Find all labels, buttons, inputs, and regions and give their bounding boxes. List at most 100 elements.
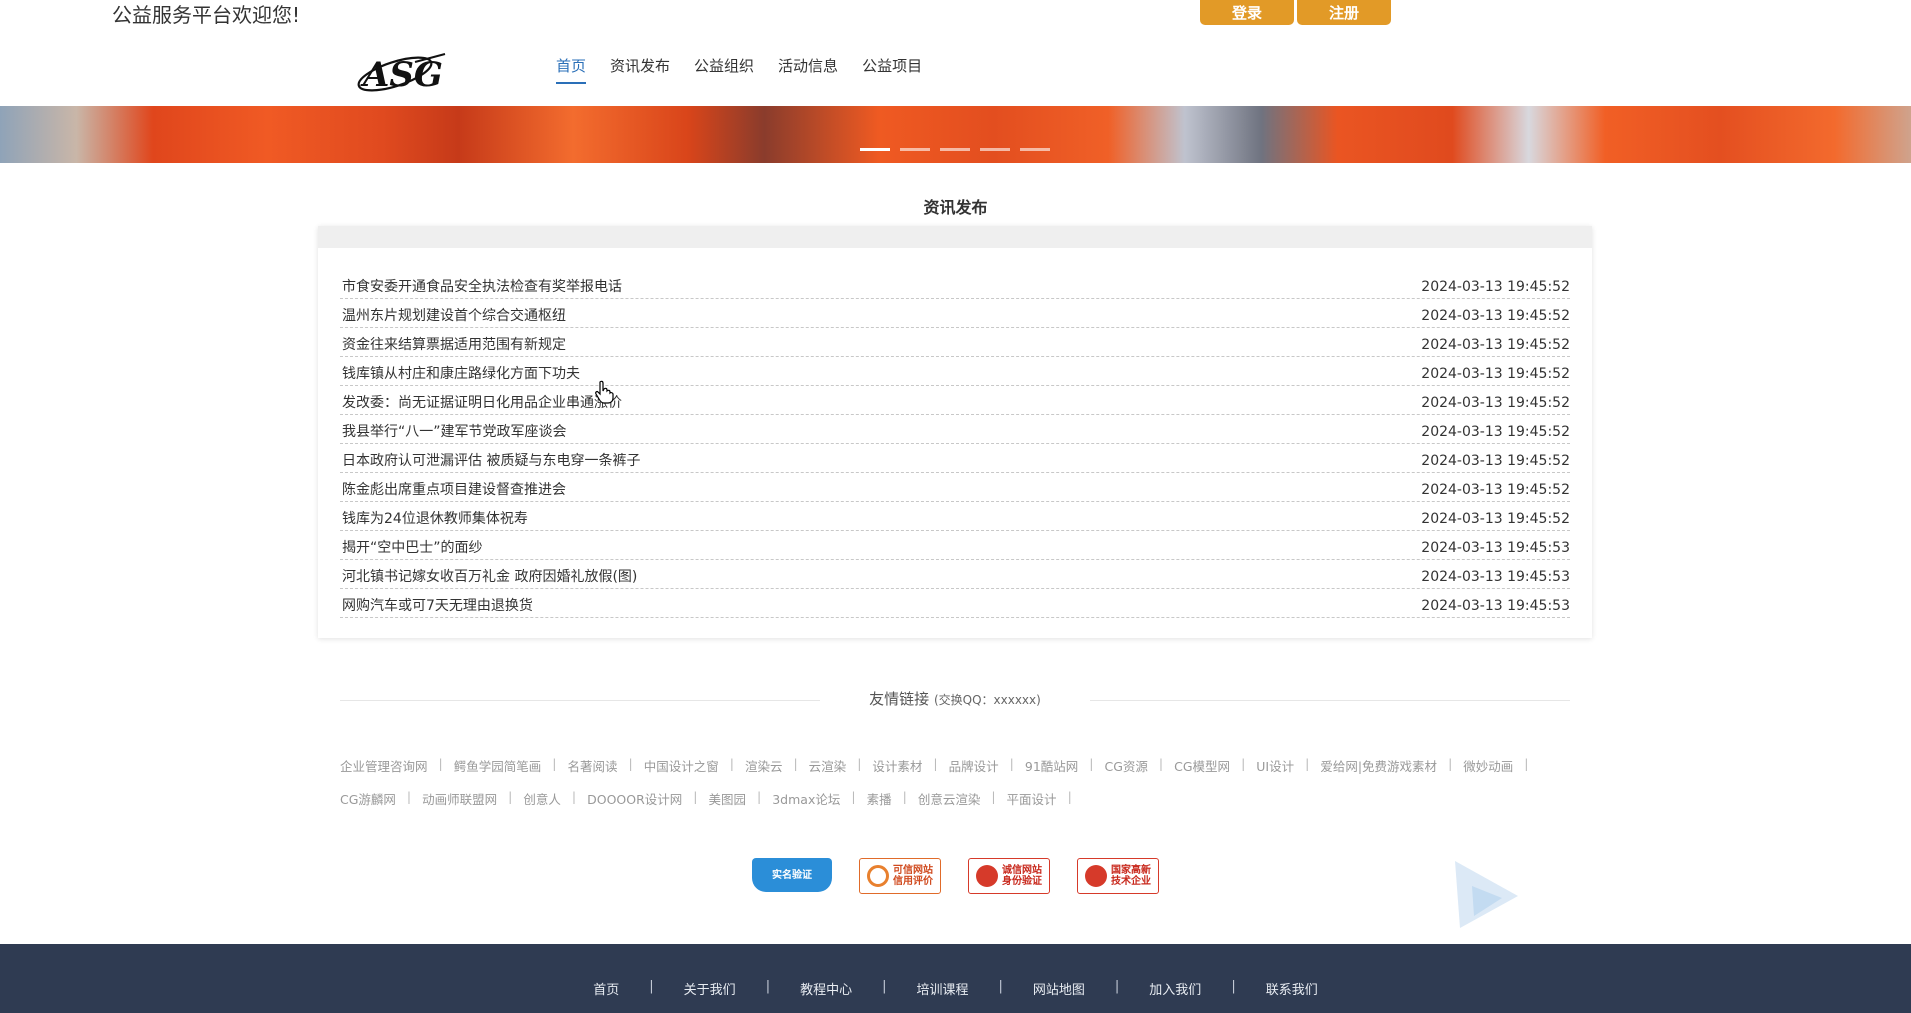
badge-label: 实名验证: [772, 869, 812, 881]
nav-item-4[interactable]: 活动信息: [778, 56, 838, 84]
friend-link[interactable]: 创意云渲染: [918, 789, 981, 808]
friend-link[interactable]: 企业管理咨询网: [340, 756, 428, 775]
news-item[interactable]: 陈金彪出席重点项目建设督查推进会 2024-03-13 19:45:52: [340, 473, 1570, 502]
friend-link[interactable]: 平面设计: [1007, 789, 1057, 808]
hero-banner[interactable]: [0, 106, 1911, 163]
news-item[interactable]: 我县举行“八一”建军节党政军座谈会 2024-03-13 19:45:52: [340, 415, 1570, 444]
news-date: 2024-03-13 19:45:52: [1421, 395, 1570, 411]
friend-link[interactable]: CG模型网: [1174, 756, 1230, 775]
register-button[interactable]: 注册: [1297, 0, 1391, 25]
news-panel: 市食安委开通食品安全执法检查有奖举报电话 2024-03-13 19:45:52 温…: [318, 226, 1592, 638]
friend-link[interactable]: 微妙动画: [1463, 756, 1513, 775]
nav-item-2[interactable]: 资讯发布: [610, 56, 670, 84]
footer-nav: 首页 | 关于我们 | 教程中心 | 培训课程 | 网站地图 | 加入我们 | 联系我们: [0, 979, 1911, 998]
footer-link[interactable]: 培训课程: [916, 979, 968, 998]
footer-link[interactable]: 联系我们: [1266, 979, 1318, 998]
friend-link[interactable]: UI设计: [1256, 756, 1294, 775]
nav-item-3[interactable]: 公益组织: [694, 56, 754, 84]
news-item[interactable]: 资金往来结算票据适用范围有新规定 2024-03-13 19:45:52: [340, 328, 1570, 357]
link-separator: |: [628, 756, 633, 771]
news-title[interactable]: 资金往来结算票据适用范围有新规定: [340, 334, 566, 356]
site-footer: 首页 | 关于我们 | 教程中心 | 培训课程 | 网站地图 | 加入我们 | 联系我们: [0, 944, 1911, 1013]
friend-link[interactable]: 动画师联盟网: [422, 789, 497, 808]
news-item[interactable]: 钱库为24位退休教师集体祝寿 2024-03-13 19:45:52: [340, 502, 1570, 531]
news-title[interactable]: 我县举行“八一”建军节党政军座谈会: [340, 421, 567, 443]
news-list: 市食安委开通食品安全执法检查有奖举报电话 2024-03-13 19:45:52 温…: [340, 270, 1570, 618]
nav-item-1[interactable]: 首页: [556, 56, 587, 84]
login-button[interactable]: 登录: [1200, 0, 1294, 25]
link-separator: |: [851, 789, 856, 804]
banner-dot[interactable]: [860, 148, 890, 151]
friend-link[interactable]: 素播: [867, 789, 892, 808]
friend-link[interactable]: 云渲染: [809, 756, 847, 775]
high-tech-icon: [1085, 865, 1107, 887]
news-date: 2024-03-13 19:45:53: [1421, 598, 1570, 614]
badge-high-tech[interactable]: 国家高新 技术企业: [1077, 858, 1159, 894]
news-item[interactable]: 市食安委开通食品安全执法检查有奖举报电话 2024-03-13 19:45:52: [340, 270, 1570, 299]
news-date: 2024-03-13 19:45:52: [1421, 482, 1570, 498]
friend-links-title: 友情链接 (交换QQ：xxxxxx): [340, 688, 1570, 709]
news-title[interactable]: 钱库镇从村庄和康庄路绿化方面下功夫: [340, 363, 580, 385]
friend-link[interactable]: DOOOOR设计网: [587, 789, 682, 808]
friend-link[interactable]: 名著阅读: [567, 756, 617, 775]
friend-links-row-2: CG游麟网 | 动画师联盟网 | 创意人 | DOOOOR设计网 | 美图园 | 3dmax论坛 | 素…: [340, 789, 1570, 808]
link-separator: |: [857, 756, 862, 771]
friend-link[interactable]: CG游麟网: [340, 789, 396, 808]
news-item[interactable]: 河北镇书记嫁女收百万礼金 政府因婚礼放假(图) 2024-03-13 19:45:…: [340, 560, 1570, 589]
site-logo[interactable]: ASG: [355, 44, 447, 100]
news-title[interactable]: 钱库为24位退休教师集体祝寿: [340, 508, 528, 530]
friend-link[interactable]: 3dmax论坛: [772, 789, 840, 808]
footer-link[interactable]: 加入我们: [1149, 979, 1201, 998]
friend-link[interactable]: 爱给网|免费游戏素材: [1320, 756, 1437, 775]
news-panel-header: [318, 226, 1592, 248]
friend-link[interactable]: CG资源: [1105, 756, 1148, 775]
badge-label: 国家高新: [1111, 865, 1151, 876]
news-title[interactable]: 温州东片规划建设首个综合交通枢纽: [340, 305, 566, 327]
banner-dot[interactable]: [1020, 148, 1050, 151]
footer-link[interactable]: 教程中心: [800, 979, 852, 998]
news-title[interactable]: 揭开“空中巴士”的面纱: [340, 537, 483, 559]
banner-dot[interactable]: [900, 148, 930, 151]
footer-separator: |: [1231, 979, 1236, 994]
news-date: 2024-03-13 19:45:52: [1421, 279, 1570, 295]
friend-link[interactable]: 品牌设计: [949, 756, 999, 775]
badge-credit-site[interactable]: 诚信网站 身份验证: [968, 858, 1050, 894]
news-date: 2024-03-13 19:45:53: [1421, 540, 1570, 556]
friend-link[interactable]: 创意人: [523, 789, 561, 808]
news-title[interactable]: 网购汽车或可7天无理由退换货: [340, 595, 533, 617]
footer-link[interactable]: 关于我们: [684, 979, 736, 998]
news-title[interactable]: 河北镇书记嫁女收百万礼金 政府因婚礼放假(图): [340, 566, 637, 588]
badge-trusted-site[interactable]: 可信网站 信用评价: [859, 858, 941, 894]
news-title[interactable]: 陈金彪出席重点项目建设督查推进会: [340, 479, 566, 501]
friend-link[interactable]: 中国设计之窗: [644, 756, 719, 775]
news-item[interactable]: 日本政府认可泄漏评估 被质疑与东电穿一条裤子 2024-03-13 19:45:5…: [340, 444, 1570, 473]
friend-link[interactable]: 91酷站网: [1025, 756, 1078, 775]
banner-dot[interactable]: [940, 148, 970, 151]
friend-link[interactable]: 设计素材: [872, 756, 922, 775]
news-date: 2024-03-13 19:45:52: [1421, 424, 1570, 440]
friend-link[interactable]: 鳄鱼学园简笔画: [454, 756, 542, 775]
nav-item-5[interactable]: 公益项目: [862, 56, 922, 84]
link-separator: |: [1009, 756, 1014, 771]
friend-link[interactable]: 渲染云: [745, 756, 783, 775]
news-item[interactable]: 钱库镇从村庄和康庄路绿化方面下功夫 2024-03-13 19:45:52: [340, 357, 1570, 386]
site-header: ASG 首页 资讯发布 公益组织 活动信息 公益项目: [0, 30, 1911, 107]
news-item[interactable]: 揭开“空中巴士”的面纱 2024-03-13 19:45:53: [340, 531, 1570, 560]
news-item[interactable]: 温州东片规划建设首个综合交通枢纽 2024-03-13 19:45:52: [340, 299, 1570, 328]
banner-dot[interactable]: [980, 148, 1010, 151]
news-item[interactable]: 发改委：尚无证据证明日化用品企业串通涨价 2024-03-13 19:45:52: [340, 386, 1570, 415]
news-title[interactable]: 市食安委开通食品安全执法检查有奖举报电话: [340, 276, 622, 298]
news-date: 2024-03-13 19:45:53: [1421, 569, 1570, 585]
news-title[interactable]: 日本政府认可泄漏评估 被质疑与东电穿一条裤子: [340, 450, 640, 472]
friend-link[interactable]: 美图园: [709, 789, 747, 808]
news-title[interactable]: 发改委：尚无证据证明日化用品企业串通涨价: [340, 392, 622, 414]
main-nav: 首页 资讯发布 公益组织 活动信息 公益项目: [556, 56, 922, 84]
badge-real-name[interactable]: 实名验证: [752, 858, 832, 892]
link-separator: |: [693, 789, 698, 804]
top-bar: 公益服务平台欢迎您! 登录 注册: [0, 0, 1911, 30]
banner-pagination: [860, 148, 1050, 151]
footer-link[interactable]: 网站地图: [1033, 979, 1085, 998]
news-item[interactable]: 网购汽车或可7天无理由退换货 2024-03-13 19:45:53: [340, 589, 1570, 618]
footer-link[interactable]: 首页: [593, 979, 619, 998]
footer-separator: |: [649, 979, 654, 994]
